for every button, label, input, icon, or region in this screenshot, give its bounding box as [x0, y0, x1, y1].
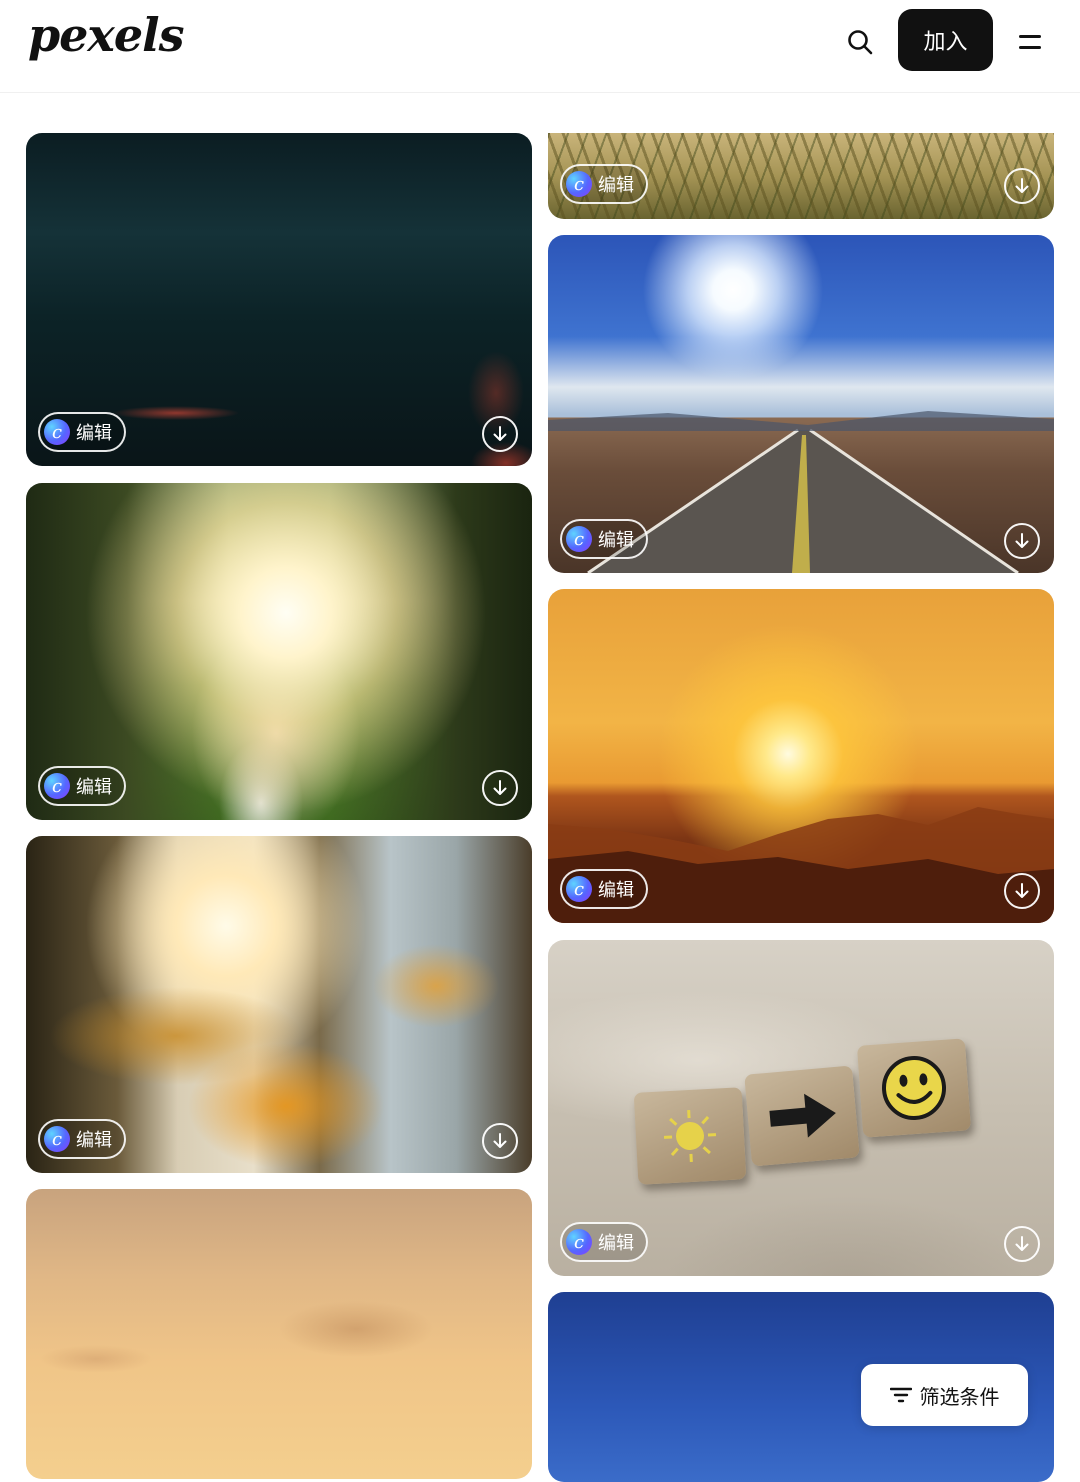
download-button[interactable] — [1004, 523, 1040, 559]
edit-badge[interactable]: c 编辑 — [38, 1119, 126, 1159]
photo-card-mountain-sunset[interactable]: c 编辑 — [548, 589, 1054, 923]
edit-badge[interactable]: c 编辑 — [38, 766, 126, 806]
canva-icon: c — [44, 419, 70, 445]
edit-badge[interactable]: c 编辑 — [560, 519, 648, 559]
photo-card-sky[interactable] — [26, 1189, 532, 1479]
download-icon — [1013, 177, 1031, 195]
edit-label: 编辑 — [598, 1229, 634, 1255]
canva-icon: c — [566, 526, 592, 552]
canva-icon: c — [566, 876, 592, 902]
download-button[interactable] — [482, 416, 518, 452]
photo-card-road[interactable]: c 编辑 — [548, 235, 1054, 573]
search-button[interactable] — [840, 22, 880, 62]
canva-icon: c — [566, 1229, 592, 1255]
edit-badge[interactable]: c 编辑 — [560, 869, 648, 909]
photo-card-lily[interactable]: c 编辑 — [26, 836, 532, 1173]
smiley-tile — [857, 1038, 971, 1137]
menu-icon-line — [1019, 35, 1041, 38]
canva-icon: c — [566, 171, 592, 197]
filter-button[interactable]: 筛选条件 — [861, 1364, 1028, 1426]
download-button[interactable] — [1004, 873, 1040, 909]
edit-label: 编辑 — [598, 876, 634, 902]
edit-badge[interactable]: c 编辑 — [560, 1222, 648, 1262]
download-icon — [1013, 882, 1031, 900]
edit-label: 编辑 — [598, 526, 634, 552]
download-button[interactable] — [482, 770, 518, 806]
download-icon — [491, 425, 509, 443]
edit-label: 编辑 — [76, 1126, 112, 1152]
edit-badge[interactable]: c 编辑 — [560, 164, 648, 204]
download-icon — [1013, 1235, 1031, 1253]
edit-label: 编辑 — [598, 171, 634, 197]
download-button[interactable] — [1004, 168, 1040, 204]
download-button[interactable] — [1004, 1226, 1040, 1262]
pexels-logo[interactable]: pexels — [28, 8, 184, 62]
search-icon — [846, 28, 874, 56]
arrow-tile — [744, 1065, 860, 1166]
canva-icon: c — [44, 1126, 70, 1152]
download-icon — [491, 1132, 509, 1150]
photo-card-water[interactable]: c 编辑 — [26, 133, 532, 466]
smiley-icon — [873, 1047, 954, 1128]
download-button[interactable] — [482, 1123, 518, 1159]
download-icon — [1013, 532, 1031, 550]
filter-icon — [890, 1386, 912, 1404]
arrow-right-icon — [760, 1083, 845, 1150]
menu-button[interactable] — [1010, 22, 1050, 62]
menu-icon-line — [1019, 46, 1041, 49]
filter-label: 筛选条件 — [920, 1381, 1000, 1410]
sun-icon — [653, 1104, 726, 1168]
edit-label: 编辑 — [76, 419, 112, 445]
top-bar: pexels 加入 — [0, 0, 1080, 93]
sun-tile — [634, 1087, 747, 1185]
canva-icon: c — [44, 773, 70, 799]
edit-label: 编辑 — [76, 773, 112, 799]
photo-card-sand-tiles[interactable]: c 编辑 — [548, 940, 1054, 1276]
photo-card-grass[interactable]: c 编辑 — [548, 133, 1054, 219]
edit-badge[interactable]: c 编辑 — [38, 412, 126, 452]
join-button[interactable]: 加入 — [898, 9, 993, 71]
download-icon — [491, 779, 509, 797]
photo-card-girl[interactable]: c 编辑 — [26, 483, 532, 820]
